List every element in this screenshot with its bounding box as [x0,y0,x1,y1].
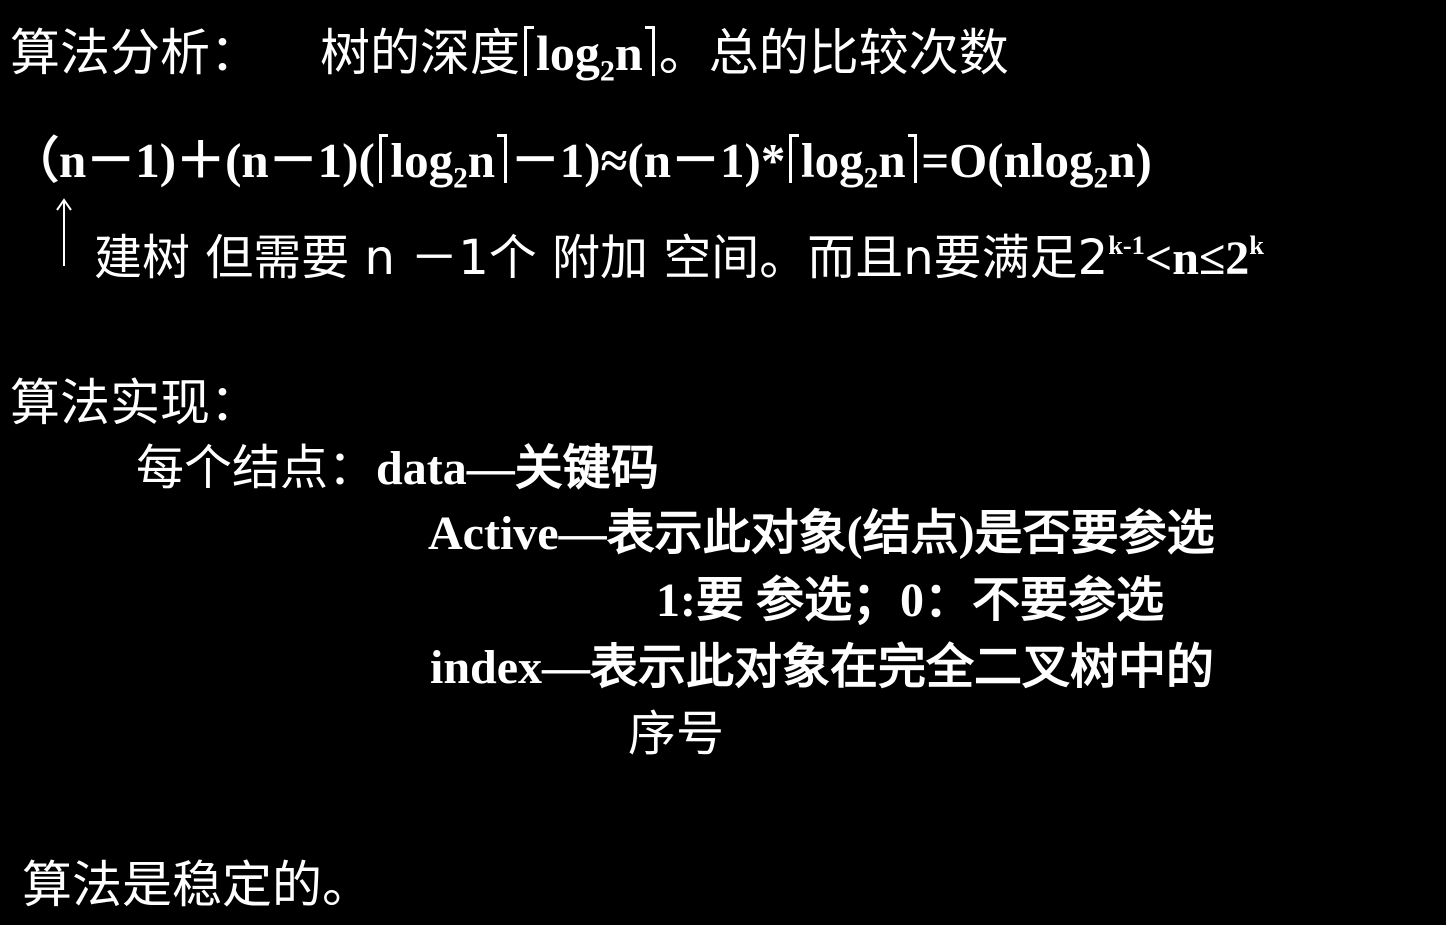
ceiling-open-symbol [520,26,536,76]
formula-base-a: 2 [453,162,468,195]
index-field: index—表示此对象在完全二叉树中的 [430,641,1215,694]
ceiling-open-symbol [785,134,801,183]
implementation-heading: 算法实现： [10,374,260,432]
formula-base-b: 2 [863,162,879,195]
analysis-heading: 算法分析： [10,24,260,82]
data-field: data—关键码 [376,442,659,495]
analysis-line: 算法分析： 树的深度 log2n 。总的比较次数 [10,26,1009,87]
formula-log-a: log [390,133,454,189]
ceiling-close-symbol [643,26,659,76]
ceiling-open-symbol [375,134,391,183]
tree-depth-label: 树的深度 [320,24,520,82]
ceiling-close-symbol [906,134,922,183]
stability-conclusion: 算法是稳定的。 [22,856,372,914]
index-field-continued: 序号 [628,706,725,762]
exponent-k: k [1249,230,1264,260]
log-argument: n [614,25,643,81]
space-note-text: 建树 但需要 n －1个 附加 空间。而且n要满足2 [94,229,1109,286]
formula-n-b: n [878,133,906,189]
log-text: log [536,25,600,81]
active-field: Active—表示此对象(结点)是否要参选 [428,507,1215,560]
space-note: 建树 但需要 n －1个 附加 空间。而且n要满足2k-1<n≤2k [94,232,1264,283]
space-note-inequality: <n≤2 [1144,231,1250,285]
formula-log-b: log [801,133,864,189]
formula-part-3: =O(nlog [921,133,1094,189]
comparison-count-label: 。总的比较次数 [658,24,1009,82]
formula-part-2: －1)≈(n－1)* [510,133,786,189]
formula-part-4: n) [1108,133,1152,189]
complexity-formula: （n－1)＋(n－1)(log2n －1)≈(n－1)* log2n =O(nlog2… [10,134,1152,194]
active-values: 1:要 参选；0：不要参选 [656,574,1164,627]
formula-part-1: （n－1)＋(n－1)( [10,133,375,189]
exponent-k-minus-1: k-1 [1108,230,1145,260]
node-data-line: 每个结点：data—关键码 [136,444,659,493]
formula-n-a: n [467,133,496,189]
log-base: 2 [599,54,615,88]
formula-base-c: 2 [1093,162,1109,195]
node-label: 每个结点： [136,440,377,496]
up-arrow-icon [56,198,72,266]
ceiling-close-symbol [495,134,511,183]
